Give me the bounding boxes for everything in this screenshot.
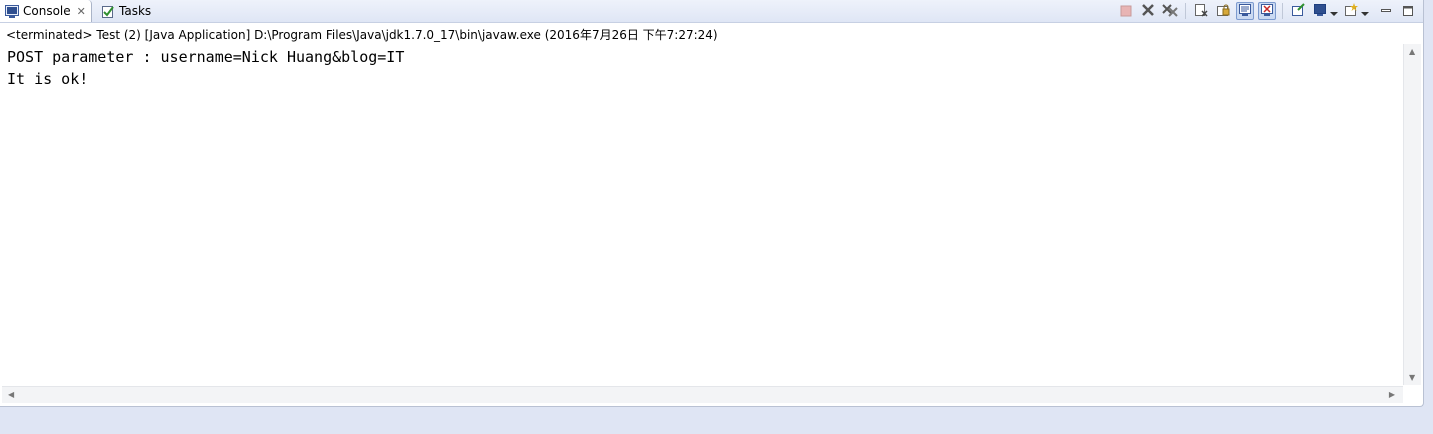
display-console-dropdown[interactable] — [1330, 2, 1338, 20]
tab-tasks-label: Tasks — [119, 4, 152, 18]
console-output[interactable]: POST parameter : username=Nick Huang&blo… — [7, 46, 1402, 386]
scroll-lock-icon — [1216, 2, 1230, 21]
tab-tasks[interactable]: Tasks — [96, 0, 156, 22]
horizontal-scrollbar[interactable]: ◀ ▶ — [2, 386, 1403, 403]
remove-all-terminated-button[interactable] — [1161, 2, 1179, 20]
terminate-icon — [1120, 2, 1132, 21]
display-console-icon — [1313, 2, 1327, 21]
new-console-button[interactable] — [1342, 2, 1360, 20]
pin-console-icon — [1291, 2, 1305, 21]
console-toolbar — [1113, 2, 1417, 20]
clear-console-icon — [1194, 2, 1208, 21]
console-view: Console ✕ Tasks <terminated> Test (2) [J… — [0, 0, 1424, 407]
show-on-stdout-button[interactable] — [1236, 2, 1254, 20]
chevron-down-icon — [1330, 2, 1338, 21]
console-icon — [5, 4, 19, 18]
close-icon[interactable]: ✕ — [77, 5, 86, 18]
maximize-icon — [1402, 2, 1414, 21]
show-on-stderr-icon — [1260, 2, 1274, 21]
toolbar-separator — [1282, 3, 1283, 19]
tab-console-label: Console — [23, 4, 71, 18]
output-line: POST parameter : username=Nick Huang&blo… — [7, 48, 405, 66]
show-on-stdout-icon — [1238, 2, 1252, 21]
toolbar-separator — [1185, 3, 1186, 19]
maximize-button[interactable] — [1399, 2, 1417, 20]
chevron-left-icon[interactable]: ◀ — [8, 390, 14, 399]
tab-console[interactable]: Console ✕ — [0, 0, 92, 22]
new-console-dropdown[interactable] — [1361, 2, 1369, 20]
remove-launch-button[interactable] — [1139, 2, 1157, 20]
chevron-right-icon[interactable]: ▶ — [1389, 390, 1395, 399]
tasks-icon — [101, 5, 115, 18]
chevron-down-icon[interactable]: ▼ — [1409, 373, 1415, 382]
view-tab-bar: Console ✕ Tasks — [0, 0, 1423, 23]
chevron-down-icon — [1361, 2, 1369, 21]
vertical-scrollbar[interactable]: ▲ ▼ — [1403, 44, 1421, 385]
show-on-stderr-button[interactable] — [1258, 2, 1276, 20]
output-line: It is ok! — [7, 70, 89, 88]
remove-launch-icon — [1141, 2, 1155, 21]
clear-console-button[interactable] — [1192, 2, 1210, 20]
display-console-button[interactable] — [1311, 2, 1329, 20]
launch-status: <terminated> Test (2) [Java Application]… — [6, 28, 718, 42]
new-console-icon — [1344, 2, 1358, 21]
scroll-lock-button[interactable] — [1214, 2, 1232, 20]
remove-all-terminated-icon — [1162, 2, 1178, 21]
terminate-button[interactable] — [1117, 2, 1135, 20]
chevron-up-icon[interactable]: ▲ — [1409, 47, 1415, 56]
minimize-button[interactable] — [1377, 2, 1395, 20]
minimize-icon — [1380, 2, 1392, 21]
pin-console-button[interactable] — [1289, 2, 1307, 20]
